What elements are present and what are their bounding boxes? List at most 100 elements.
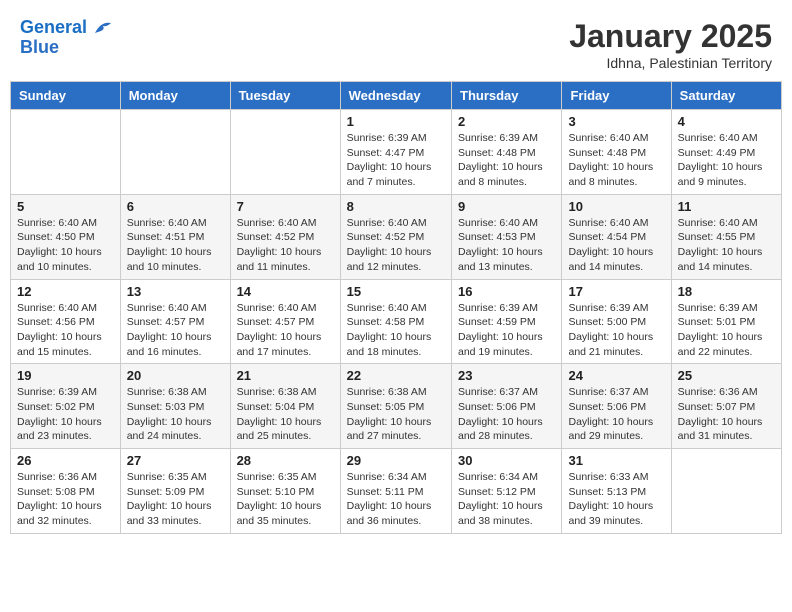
title-section: January 2025 Idhna, Palestinian Territor… bbox=[569, 18, 772, 71]
day-number: 8 bbox=[347, 199, 445, 214]
day-number: 18 bbox=[678, 284, 775, 299]
logo-general: General bbox=[20, 17, 87, 37]
calendar-cell: 31 Sunrise: 6:33 AM Sunset: 5:13 PM Dayli… bbox=[562, 449, 671, 534]
calendar-cell: 23 Sunrise: 6:37 AM Sunset: 5:06 PM Dayli… bbox=[452, 364, 562, 449]
calendar-cell: 9 Sunrise: 6:40 AM Sunset: 4:53 PM Daylig… bbox=[452, 194, 562, 279]
day-info: Sunrise: 6:40 AM Sunset: 4:52 PM Dayligh… bbox=[237, 216, 334, 275]
calendar-cell: 16Sunrise: 6:39 AM Sunset: 4:59 PM Dayli… bbox=[452, 279, 562, 364]
weekday-header-thursday: Thursday bbox=[452, 82, 562, 110]
calendar-cell: 7 Sunrise: 6:40 AM Sunset: 4:52 PM Daylig… bbox=[230, 194, 340, 279]
day-number: 25 bbox=[678, 368, 775, 383]
calendar-week-row: 26Sunrise: 6:36 AM Sunset: 5:08 PM Dayli… bbox=[11, 449, 782, 534]
day-number: 6 bbox=[127, 199, 224, 214]
day-info: Sunrise: 6:39 AM Sunset: 4:47 PM Dayligh… bbox=[347, 131, 445, 190]
day-info: Sunrise: 6:33 AM Sunset: 5:13 PM Dayligh… bbox=[568, 470, 664, 529]
calendar-table: SundayMondayTuesdayWednesdayThursdayFrid… bbox=[10, 81, 782, 534]
day-number: 21 bbox=[237, 368, 334, 383]
day-info: Sunrise: 6:40 AM Sunset: 4:48 PM Dayligh… bbox=[568, 131, 664, 190]
calendar-cell: 18 Sunrise: 6:39 AM Sunset: 5:01 PM Dayli… bbox=[671, 279, 781, 364]
day-info: Sunrise: 6:34 AM Sunset: 5:12 PM Dayligh… bbox=[458, 470, 555, 529]
day-info: Sunrise: 6:37 AM Sunset: 5:06 PM Dayligh… bbox=[458, 385, 555, 444]
day-number: 13 bbox=[127, 284, 224, 299]
day-info: Sunrise: 6:40 AM Sunset: 4:56 PM Dayligh… bbox=[17, 301, 114, 360]
day-number: 29 bbox=[347, 453, 445, 468]
month-year-title: January 2025 bbox=[569, 18, 772, 55]
day-number: 20 bbox=[127, 368, 224, 383]
calendar-header-row: SundayMondayTuesdayWednesdayThursdayFrid… bbox=[11, 82, 782, 110]
day-info: Sunrise: 6:40 AM Sunset: 4:50 PM Dayligh… bbox=[17, 216, 114, 275]
calendar-week-row: 19Sunrise: 6:39 AM Sunset: 5:02 PM Dayli… bbox=[11, 364, 782, 449]
day-info: Sunrise: 6:34 AM Sunset: 5:11 PM Dayligh… bbox=[347, 470, 445, 529]
location-subtitle: Idhna, Palestinian Territory bbox=[569, 55, 772, 71]
weekday-header-wednesday: Wednesday bbox=[340, 82, 451, 110]
page-header: General Blue January 2025 Idhna, Palesti… bbox=[10, 10, 782, 75]
day-info: Sunrise: 6:40 AM Sunset: 4:54 PM Dayligh… bbox=[568, 216, 664, 275]
calendar-cell bbox=[671, 449, 781, 534]
day-info: Sunrise: 6:40 AM Sunset: 4:58 PM Dayligh… bbox=[347, 301, 445, 360]
calendar-cell: 17Sunrise: 6:39 AM Sunset: 5:00 PM Dayli… bbox=[562, 279, 671, 364]
day-number: 5 bbox=[17, 199, 114, 214]
calendar-cell bbox=[11, 110, 121, 195]
calendar-cell: 22Sunrise: 6:38 AM Sunset: 5:05 PM Dayli… bbox=[340, 364, 451, 449]
calendar-cell: 10 Sunrise: 6:40 AM Sunset: 4:54 PM Dayli… bbox=[562, 194, 671, 279]
logo-bird-icon bbox=[93, 19, 113, 37]
day-info: Sunrise: 6:40 AM Sunset: 4:53 PM Dayligh… bbox=[458, 216, 555, 275]
day-info: Sunrise: 6:39 AM Sunset: 5:00 PM Dayligh… bbox=[568, 301, 664, 360]
day-number: 10 bbox=[568, 199, 664, 214]
day-number: 2 bbox=[458, 114, 555, 129]
day-info: Sunrise: 6:40 AM Sunset: 4:57 PM Dayligh… bbox=[127, 301, 224, 360]
day-info: Sunrise: 6:39 AM Sunset: 4:48 PM Dayligh… bbox=[458, 131, 555, 190]
day-info: Sunrise: 6:39 AM Sunset: 5:02 PM Dayligh… bbox=[17, 385, 114, 444]
calendar-cell: 15 Sunrise: 6:40 AM Sunset: 4:58 PM Dayli… bbox=[340, 279, 451, 364]
weekday-header-tuesday: Tuesday bbox=[230, 82, 340, 110]
calendar-cell: 11Sunrise: 6:40 AM Sunset: 4:55 PM Dayli… bbox=[671, 194, 781, 279]
weekday-header-sunday: Sunday bbox=[11, 82, 121, 110]
day-number: 24 bbox=[568, 368, 664, 383]
calendar-cell: 29 Sunrise: 6:34 AM Sunset: 5:11 PM Dayli… bbox=[340, 449, 451, 534]
day-number: 15 bbox=[347, 284, 445, 299]
calendar-cell bbox=[230, 110, 340, 195]
calendar-cell: 6 Sunrise: 6:40 AM Sunset: 4:51 PM Daylig… bbox=[120, 194, 230, 279]
calendar-cell: 30 Sunrise: 6:34 AM Sunset: 5:12 PM Dayli… bbox=[452, 449, 562, 534]
calendar-week-row: 12 Sunrise: 6:40 AM Sunset: 4:56 PM Dayli… bbox=[11, 279, 782, 364]
day-number: 23 bbox=[458, 368, 555, 383]
day-info: Sunrise: 6:39 AM Sunset: 5:01 PM Dayligh… bbox=[678, 301, 775, 360]
calendar-cell: 24 Sunrise: 6:37 AM Sunset: 5:06 PM Dayli… bbox=[562, 364, 671, 449]
day-info: Sunrise: 6:38 AM Sunset: 5:04 PM Dayligh… bbox=[237, 385, 334, 444]
day-number: 31 bbox=[568, 453, 664, 468]
day-number: 12 bbox=[17, 284, 114, 299]
calendar-cell: 21 Sunrise: 6:38 AM Sunset: 5:04 PM Dayli… bbox=[230, 364, 340, 449]
day-number: 14 bbox=[237, 284, 334, 299]
day-info: Sunrise: 6:40 AM Sunset: 4:57 PM Dayligh… bbox=[237, 301, 334, 360]
day-number: 1 bbox=[347, 114, 445, 129]
day-info: Sunrise: 6:37 AM Sunset: 5:06 PM Dayligh… bbox=[568, 385, 664, 444]
day-number: 7 bbox=[237, 199, 334, 214]
day-info: Sunrise: 6:40 AM Sunset: 4:52 PM Dayligh… bbox=[347, 216, 445, 275]
day-number: 30 bbox=[458, 453, 555, 468]
calendar-cell: 2 Sunrise: 6:39 AM Sunset: 4:48 PM Daylig… bbox=[452, 110, 562, 195]
calendar-cell: 1 Sunrise: 6:39 AM Sunset: 4:47 PM Daylig… bbox=[340, 110, 451, 195]
day-info: Sunrise: 6:40 AM Sunset: 4:49 PM Dayligh… bbox=[678, 131, 775, 190]
day-number: 9 bbox=[458, 199, 555, 214]
weekday-header-friday: Friday bbox=[562, 82, 671, 110]
logo: General Blue bbox=[20, 18, 113, 58]
weekday-header-saturday: Saturday bbox=[671, 82, 781, 110]
calendar-cell: 12 Sunrise: 6:40 AM Sunset: 4:56 PM Dayli… bbox=[11, 279, 121, 364]
calendar-cell: 4Sunrise: 6:40 AM Sunset: 4:49 PM Daylig… bbox=[671, 110, 781, 195]
calendar-cell: 27Sunrise: 6:35 AM Sunset: 5:09 PM Dayli… bbox=[120, 449, 230, 534]
calendar-cell: 3 Sunrise: 6:40 AM Sunset: 4:48 PM Daylig… bbox=[562, 110, 671, 195]
day-info: Sunrise: 6:36 AM Sunset: 5:08 PM Dayligh… bbox=[17, 470, 114, 529]
day-info: Sunrise: 6:40 AM Sunset: 4:51 PM Dayligh… bbox=[127, 216, 224, 275]
calendar-cell: 5 Sunrise: 6:40 AM Sunset: 4:50 PM Daylig… bbox=[11, 194, 121, 279]
calendar-cell: 26Sunrise: 6:36 AM Sunset: 5:08 PM Dayli… bbox=[11, 449, 121, 534]
calendar-cell: 28Sunrise: 6:35 AM Sunset: 5:10 PM Dayli… bbox=[230, 449, 340, 534]
weekday-header-monday: Monday bbox=[120, 82, 230, 110]
day-number: 22 bbox=[347, 368, 445, 383]
day-number: 16 bbox=[458, 284, 555, 299]
calendar-cell bbox=[120, 110, 230, 195]
calendar-week-row: 5 Sunrise: 6:40 AM Sunset: 4:50 PM Daylig… bbox=[11, 194, 782, 279]
day-info: Sunrise: 6:36 AM Sunset: 5:07 PM Dayligh… bbox=[678, 385, 775, 444]
day-info: Sunrise: 6:35 AM Sunset: 5:10 PM Dayligh… bbox=[237, 470, 334, 529]
day-info: Sunrise: 6:40 AM Sunset: 4:55 PM Dayligh… bbox=[678, 216, 775, 275]
day-number: 3 bbox=[568, 114, 664, 129]
